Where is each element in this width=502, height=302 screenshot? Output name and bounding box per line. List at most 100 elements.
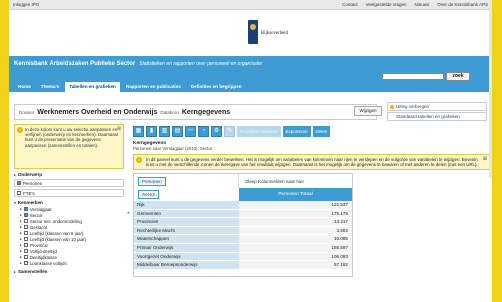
info-icon: i [17,127,23,133]
pivot-drop-hint[interactable]: Sleep Kolomvelden naar hier [239,174,304,188]
top-links: Contact Veelgestelde vragen Nieuws Over … [342,2,488,7]
top-bar: Inloggen IPO Contact Veelgestelde vragen… [9,0,492,10]
sidebar-tip: i ☒ In deze kolom kunt u uw selectie aan… [14,124,124,169]
share-button[interactable]: Delen [312,125,331,137]
checkbox-icon[interactable] [23,255,28,259]
tab-definities[interactable]: Definities en begrippen [187,82,246,92]
expand-icon[interactable]: ▸ [20,207,22,211]
faq-link[interactable]: Veelgestelde vragen [366,2,407,7]
page: Inloggen IPO Contact Veelgestelde vragen… [9,0,492,302]
checkbox-icon[interactable] [23,249,28,253]
pivot-table: Personen Sleep Kolomvelden naar hier Sec… [133,173,353,277]
row-value: 10.085 [239,235,352,243]
checkbox-icon[interactable] [23,261,28,265]
collapse-sidebar-icon[interactable]: ◂ [125,124,131,302]
kenmerk-label: Geslacht [29,224,48,230]
page-scrollbar[interactable] [489,0,492,178]
row-label: Gemeenten [134,209,239,218]
contact-link[interactable]: Contact [342,2,358,7]
checkbox-icon[interactable] [23,237,28,241]
checkbox-checked-icon[interactable] [23,213,28,217]
checkbox-icon[interactable] [17,191,21,195]
hide-explanation-link[interactable]: Uitleg verbergen [387,102,487,111]
pivot-chip-personen[interactable]: Personen [138,176,166,186]
main-nav: Home Thema's Tabellen en grafieken Rappo… [14,82,246,92]
onderwerp-personen-label: Personen [23,180,43,186]
onderwerp-personen[interactable]: Personen [14,179,124,187]
save-result-button[interactable]: Resultaat bewaren [237,125,281,137]
bar-chart-icon[interactable]: ▮ [146,125,157,137]
about-link[interactable]: Over de Kennisbank APS [437,2,488,7]
pie-chart-icon[interactable]: ◔ [198,125,209,137]
content-subtitle: Personen naar Verslagjaar (2010), Sector [133,146,213,151]
search-button[interactable]: zoek [446,72,470,81]
row-value: 13.217 [239,218,352,226]
expand-icon[interactable]: ▸ [20,249,22,253]
settings-icon[interactable]: ⚙ [211,125,222,137]
table-row: Provincies 13.217 [134,218,352,227]
pivot-chip-sector[interactable]: Sector [138,190,160,199]
dossier-label: Dossier [19,109,35,115]
edit-icon[interactable]: ✎ [224,125,235,137]
kenmerk-label: Provincie [29,242,48,248]
kenmerk-label: Deeltijdklasse [29,254,57,260]
hide-explanation-label: Uitleg verbergen [396,104,430,109]
view-toolbar: ▦ ▮ ▥ ▤ 〰 ◔ ⚙ ✎ Resultaat bewaren Export… [133,124,490,138]
export-button[interactable]: Exporteren [282,125,311,137]
table-view-icon[interactable]: ▦ [133,125,144,137]
close-icon[interactable]: ☒ [117,126,121,131]
table-row: Middelbaar Beroepsonderwijs 57.162 [134,261,352,270]
expand-icon[interactable]: ▸ [20,231,22,235]
tab-rapporten[interactable]: Rapporten en publicaties [122,82,185,92]
expand-icon[interactable]: ▸ [20,255,22,259]
kenmerk-item[interactable]: ▸ Loonklasse voltijds [14,260,124,266]
expand-icon[interactable]: ▸ [20,219,22,223]
wijzigen-button[interactable]: Wijzigen [354,106,382,116]
onderwerp-title: Onderwerp [17,172,43,177]
standard-tables-link[interactable]: Standaard tabellen en grafieken [387,112,487,121]
info-icon [390,105,394,109]
onderwerp-section[interactable]: ▸ Onderwerp [14,172,124,177]
checkbox-checked-icon[interactable] [17,181,21,185]
kenmerk-label: Voltijd-deeltijd [29,248,57,254]
table-row: Primair Onderwijs 186.597 [134,243,352,253]
kenmerk-label: Leeftijd (klassen van 10 jaar) [29,236,86,242]
expand-icon[interactable]: ▸ [20,225,22,229]
standard-tables-label: Standaard tabellen en grafieken [396,114,460,119]
expand-icon: ▾ [14,200,16,205]
info-icon: i [136,157,142,163]
news-link[interactable]: Nieuws [414,2,429,7]
checkbox-icon[interactable] [23,219,28,223]
dataset-selector: Dossier Werknemers Overheid en Onderwijs… [14,104,377,120]
tab-home[interactable]: Home [14,82,35,92]
kenmerken-title: Kenmerken [17,200,43,205]
tab-themas[interactable]: Thema's [37,82,63,92]
checkbox-icon[interactable] [23,225,28,229]
tab-tabellen-grafieken[interactable]: Tabellen en grafieken [65,82,120,92]
expand-icon[interactable]: ▸ [20,237,22,241]
pivot-filter-cell: Personen [134,174,239,188]
checkbox-icon[interactable] [23,243,28,247]
samenstellen-section[interactable]: ▸ Samenstellen [14,269,124,274]
table-row: Rijk 122.537 [134,201,352,210]
onderwerp-ftes[interactable]: FTE's [14,189,124,197]
kenmerk-label: Leeftijd (klassen van 5 jaar) [29,230,84,236]
site-subtitle: Statistieken en rapporten over personeel… [139,61,263,67]
expand-icon[interactable]: ▸ [20,213,22,217]
samenstellen-title: Samenstellen [17,269,48,274]
column-chart-icon[interactable]: ▥ [159,125,170,137]
row-value: 175.176 [239,209,352,218]
logo-area: Rijksoverheid [9,10,492,56]
line-chart-icon[interactable]: 〰 [185,125,196,137]
login-link[interactable]: Inloggen IPO [13,2,342,7]
checkbox-checked-icon[interactable] [23,207,28,211]
expand-icon[interactable]: ▸ [20,261,22,265]
kenmerken-section[interactable]: ▾ Kenmerken [14,200,124,205]
search-input[interactable] [382,73,444,80]
panel-tip-text: In dit paneel kunt u de gegevens verder … [146,157,478,168]
close-icon[interactable]: ☒ [483,156,487,161]
expand-icon[interactable]: ▸ [20,243,22,247]
databron-value: Kerngegevens [181,108,231,116]
stacked-chart-icon[interactable]: ▤ [172,125,183,137]
checkbox-icon[interactable] [23,231,28,235]
